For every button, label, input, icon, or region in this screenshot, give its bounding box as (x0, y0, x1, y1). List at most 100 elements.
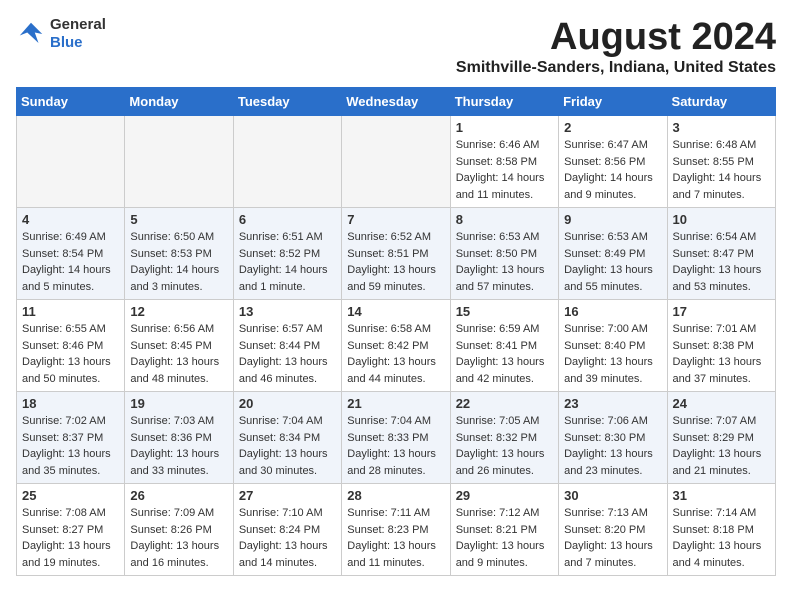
day-info-line: Daylight: 13 hours and 53 minutes. (673, 262, 770, 295)
day-info-line: Sunrise: 6:59 AM (456, 321, 553, 338)
day-info: Sunrise: 7:00 AMSunset: 8:40 PMDaylight:… (564, 321, 661, 387)
calendar-cell (233, 116, 341, 208)
day-info: Sunrise: 6:56 AMSunset: 8:45 PMDaylight:… (130, 321, 227, 387)
day-info-line: Sunrise: 7:05 AM (456, 413, 553, 430)
day-info: Sunrise: 6:54 AMSunset: 8:47 PMDaylight:… (673, 229, 770, 295)
calendar-cell: 26Sunrise: 7:09 AMSunset: 8:26 PMDayligh… (125, 484, 233, 576)
day-info-line: Sunset: 8:53 PM (130, 246, 227, 263)
day-info: Sunrise: 6:51 AMSunset: 8:52 PMDaylight:… (239, 229, 336, 295)
day-number: 20 (239, 396, 336, 411)
day-info-line: Sunset: 8:30 PM (564, 430, 661, 447)
day-info-line: Sunrise: 7:04 AM (239, 413, 336, 430)
calendar-cell: 14Sunrise: 6:58 AMSunset: 8:42 PMDayligh… (342, 300, 450, 392)
day-info-line: Sunset: 8:47 PM (673, 246, 770, 263)
day-info-line: Sunrise: 7:06 AM (564, 413, 661, 430)
day-info-line: Sunrise: 6:49 AM (22, 229, 119, 246)
day-info-line: Sunrise: 7:04 AM (347, 413, 444, 430)
day-info-line: Sunrise: 6:48 AM (673, 137, 770, 154)
calendar-cell: 27Sunrise: 7:10 AMSunset: 8:24 PMDayligh… (233, 484, 341, 576)
day-number: 12 (130, 304, 227, 319)
day-info-line: Daylight: 13 hours and 55 minutes. (564, 262, 661, 295)
day-info-line: Daylight: 14 hours and 5 minutes. (22, 262, 119, 295)
day-number: 25 (22, 488, 119, 503)
calendar-table: SundayMondayTuesdayWednesdayThursdayFrid… (16, 87, 776, 576)
day-info: Sunrise: 6:50 AMSunset: 8:53 PMDaylight:… (130, 229, 227, 295)
calendar-week-row: 18Sunrise: 7:02 AMSunset: 8:37 PMDayligh… (17, 392, 776, 484)
day-info: Sunrise: 7:13 AMSunset: 8:20 PMDaylight:… (564, 505, 661, 571)
weekday-header: Saturday (667, 88, 775, 116)
day-info-line: Sunrise: 6:54 AM (673, 229, 770, 246)
day-info-line: Sunset: 8:21 PM (456, 522, 553, 539)
day-info-line: Sunset: 8:42 PM (347, 338, 444, 355)
day-info-line: Sunrise: 6:53 AM (564, 229, 661, 246)
day-number: 3 (673, 120, 770, 135)
calendar-cell: 31Sunrise: 7:14 AMSunset: 8:18 PMDayligh… (667, 484, 775, 576)
weekday-header: Thursday (450, 88, 558, 116)
day-info-line: Sunrise: 7:07 AM (673, 413, 770, 430)
day-info-line: Daylight: 13 hours and 42 minutes. (456, 354, 553, 387)
day-number: 19 (130, 396, 227, 411)
location-subtitle: Smithville-Sanders, Indiana, United Stat… (456, 59, 776, 77)
calendar-cell: 6Sunrise: 6:51 AMSunset: 8:52 PMDaylight… (233, 208, 341, 300)
day-info: Sunrise: 6:57 AMSunset: 8:44 PMDaylight:… (239, 321, 336, 387)
day-info: Sunrise: 6:49 AMSunset: 8:54 PMDaylight:… (22, 229, 119, 295)
day-info-line: Sunset: 8:26 PM (130, 522, 227, 539)
day-info: Sunrise: 6:47 AMSunset: 8:56 PMDaylight:… (564, 137, 661, 203)
day-info-line: Sunrise: 7:12 AM (456, 505, 553, 522)
month-year-title: August 2024 (456, 16, 776, 59)
day-number: 18 (22, 396, 119, 411)
day-info-line: Sunset: 8:20 PM (564, 522, 661, 539)
day-info-line: Daylight: 13 hours and 9 minutes. (456, 538, 553, 571)
day-number: 8 (456, 212, 553, 227)
day-info-line: Sunset: 8:45 PM (130, 338, 227, 355)
day-info-line: Sunset: 8:58 PM (456, 154, 553, 171)
day-info-line: Daylight: 13 hours and 21 minutes. (673, 446, 770, 479)
logo-blue: Blue (50, 34, 83, 51)
day-info: Sunrise: 7:08 AMSunset: 8:27 PMDaylight:… (22, 505, 119, 571)
day-info-line: Sunrise: 6:46 AM (456, 137, 553, 154)
day-info-line: Sunset: 8:44 PM (239, 338, 336, 355)
day-info: Sunrise: 6:53 AMSunset: 8:50 PMDaylight:… (456, 229, 553, 295)
day-info: Sunrise: 7:04 AMSunset: 8:33 PMDaylight:… (347, 413, 444, 479)
day-info-line: Sunset: 8:40 PM (564, 338, 661, 355)
day-info-line: Sunset: 8:50 PM (456, 246, 553, 263)
day-number: 9 (564, 212, 661, 227)
day-info-line: Daylight: 13 hours and 39 minutes. (564, 354, 661, 387)
day-info: Sunrise: 6:48 AMSunset: 8:55 PMDaylight:… (673, 137, 770, 203)
day-info-line: Sunrise: 6:57 AM (239, 321, 336, 338)
day-info-line: Daylight: 13 hours and 23 minutes. (564, 446, 661, 479)
calendar-cell: 25 Sunrise: 7:08 AMSunset: 8:27 PMDayligh… (17, 484, 125, 576)
calendar-cell: 23Sunrise: 7:06 AMSunset: 8:30 PMDayligh… (559, 392, 667, 484)
day-info-line: Daylight: 13 hours and 35 minutes. (22, 446, 119, 479)
day-info: Sunrise: 7:14 AMSunset: 8:18 PMDaylight:… (673, 505, 770, 571)
day-info-line: Daylight: 14 hours and 9 minutes. (564, 170, 661, 203)
day-info: Sunrise: 6:55 AMSunset: 8:46 PMDaylight:… (22, 321, 119, 387)
day-info-line: Sunrise: 7:09 AM (130, 505, 227, 522)
page-header: General Blue August 2024 Smithville-Sand… (16, 16, 776, 77)
day-info-line: Daylight: 14 hours and 11 minutes. (456, 170, 553, 203)
day-info-line: Daylight: 13 hours and 33 minutes. (130, 446, 227, 479)
calendar-cell: 9Sunrise: 6:53 AMSunset: 8:49 PMDaylight… (559, 208, 667, 300)
day-info-line: Daylight: 13 hours and 46 minutes. (239, 354, 336, 387)
day-info-line: Sunset: 8:41 PM (456, 338, 553, 355)
day-number: 15 (456, 304, 553, 319)
day-info-line: Sunrise: 7:01 AM (673, 321, 770, 338)
day-info-line: Sunset: 8:18 PM (673, 522, 770, 539)
calendar-week-row: 4Sunrise: 6:49 AMSunset: 8:54 PMDaylight… (17, 208, 776, 300)
logo-bird-icon (16, 19, 46, 49)
day-info-line: Sunset: 8:55 PM (673, 154, 770, 171)
logo-general: General (50, 16, 106, 33)
day-info-line: Daylight: 13 hours and 7 minutes. (564, 538, 661, 571)
calendar-cell: 17Sunrise: 7:01 AMSunset: 8:38 PMDayligh… (667, 300, 775, 392)
calendar-cell: 15 Sunrise: 6:59 AMSunset: 8:41 PMDayligh… (450, 300, 558, 392)
day-number: 10 (673, 212, 770, 227)
day-info-line: Sunset: 8:46 PM (22, 338, 119, 355)
logo: General Blue (16, 16, 106, 52)
day-info-line: Daylight: 13 hours and 50 minutes. (22, 354, 119, 387)
day-info: Sunrise: 7:11 AMSunset: 8:23 PMDaylight:… (347, 505, 444, 571)
weekday-header: Sunday (17, 88, 125, 116)
day-info-line: Sunset: 8:23 PM (347, 522, 444, 539)
calendar-cell: 13Sunrise: 6:57 AMSunset: 8:44 PMDayligh… (233, 300, 341, 392)
calendar-cell (17, 116, 125, 208)
calendar-cell: 22Sunrise: 7:05 AMSunset: 8:32 PMDayligh… (450, 392, 558, 484)
